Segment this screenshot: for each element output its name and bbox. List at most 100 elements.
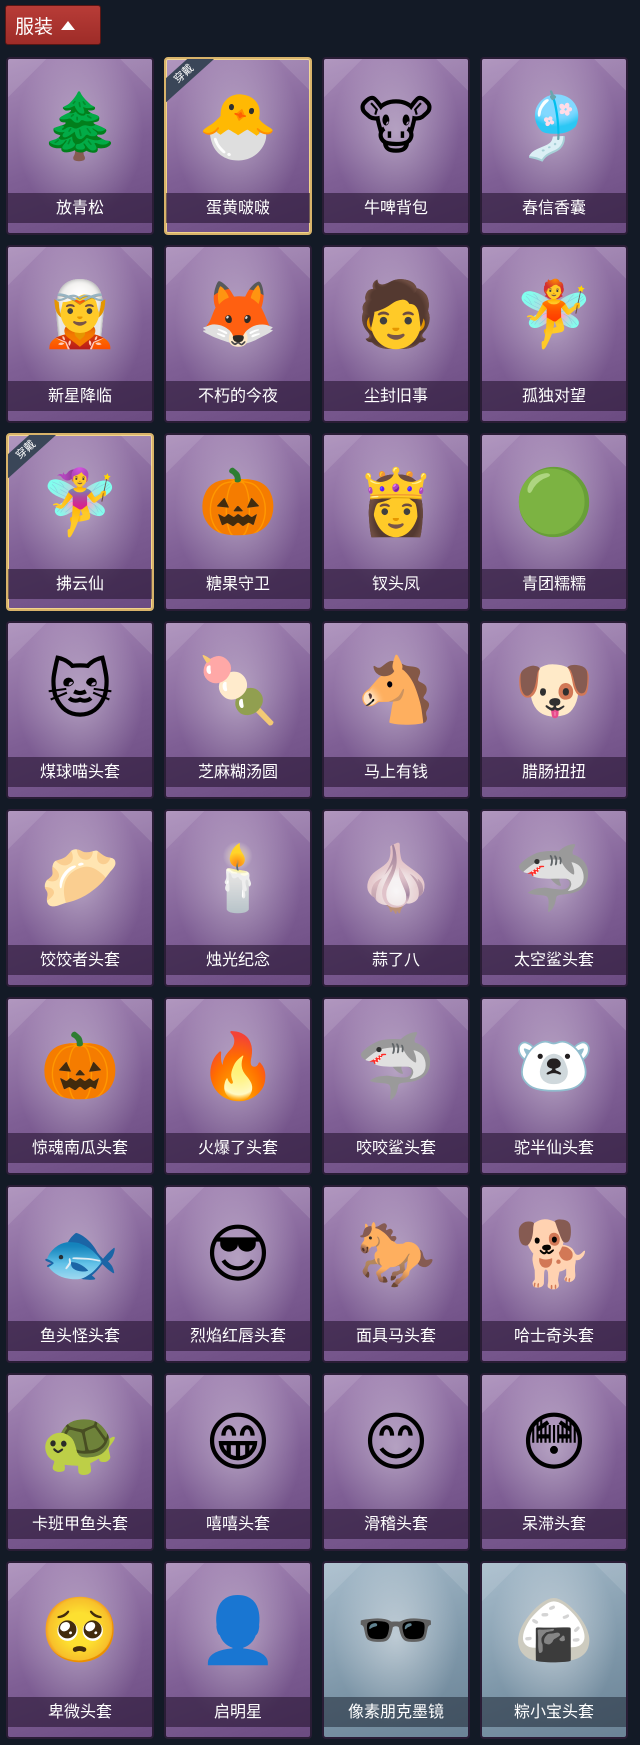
outfit-item-name: 蛋黄啵啵 <box>166 193 310 223</box>
outfit-item-name: 惊魂南瓜头套 <box>8 1133 152 1163</box>
chick-egg-icon: 🐣 <box>198 90 278 164</box>
dazed-emoji-head-icon: 😳 <box>520 1406 588 1480</box>
outfit-item-card[interactable]: 😁 嘻嘻头套 <box>164 1373 312 1551</box>
yellow-mascot-sunglasses-icon: 😎 <box>204 1218 272 1292</box>
green-dumpling-icon: 🟢 <box>514 466 594 540</box>
outfit-item-card[interactable]: 🐴 马上有钱 <box>322 621 470 799</box>
outfit-item-name: 驼半仙头套 <box>482 1133 626 1163</box>
outfit-item-card[interactable]: 👤 启明星 <box>164 1561 312 1739</box>
outfit-item-card[interactable]: 🎃 糖果守卫 <box>164 433 312 611</box>
outfit-item-card[interactable]: 🐶 腊肠扭扭 <box>480 621 628 799</box>
outfit-item-card[interactable]: 👸 钗头凤 <box>322 433 470 611</box>
outfit-item-name: 新星降临 <box>8 381 152 411</box>
outfit-item-card[interactable]: 🌲 放青松 <box>6 57 154 235</box>
outfit-item-name: 卑微头套 <box>8 1697 152 1727</box>
outfit-item-name: 咬咬鲨头套 <box>324 1133 468 1163</box>
outfit-item-card[interactable]: 🧝 新星降临 <box>6 245 154 423</box>
turtle-head-icon: 🐢 <box>40 1406 120 1480</box>
outfit-item-card[interactable]: 🦈 太空鲨头套 <box>480 809 628 987</box>
zongzi-head-icon: 🍙 <box>514 1594 594 1668</box>
chevron-up-icon <box>61 20 76 30</box>
outfit-item-card[interactable]: 🦊 不朽的今夜 <box>164 245 312 423</box>
outfit-item-card[interactable]: 😳 呆滞头套 <box>480 1373 628 1551</box>
outfit-item-card[interactable]: 🎃 惊魂南瓜头套 <box>6 997 154 1175</box>
outfit-item-name: 嘻嘻头套 <box>166 1509 310 1539</box>
pixel-sunglasses-icon: 🕶️ <box>356 1594 436 1668</box>
sunglasses-bear-head-icon: 🐻‍❄️ <box>514 1030 594 1104</box>
dachshund-head-icon: 🐶 <box>514 654 594 728</box>
outfit-item-name: 像素朋克墨镜 <box>324 1697 468 1727</box>
outfit-item-name: 面具马头套 <box>324 1321 468 1351</box>
outfit-item-card[interactable]: 🕶️ 像素朋克墨镜 <box>322 1561 470 1739</box>
outfit-item-name: 烈焰红唇头套 <box>166 1321 310 1351</box>
outfit-item-card[interactable]: 🐣 穿戴 蛋黄啵啵 <box>164 57 312 235</box>
outfit-item-card[interactable]: 🍡 芝麻糊汤圆 <box>164 621 312 799</box>
outfit-item-name: 糖果守卫 <box>166 569 310 599</box>
fairy-keychain-icon: 🧚‍♀️ <box>40 466 120 540</box>
outfit-item-name: 尘封旧事 <box>324 381 468 411</box>
outfit-category-toggle[interactable]: 服装 <box>5 5 101 45</box>
bald-mannequin-icon: 👤 <box>198 1594 278 1668</box>
outfit-item-card[interactable]: 🐕 哈士奇头套 <box>480 1185 628 1363</box>
outfit-item-card[interactable]: 🕯️ 烛光纪念 <box>164 809 312 987</box>
outfit-item-name: 滑稽头套 <box>324 1509 468 1539</box>
outfit-item-card[interactable]: 🐢 卡班甲鱼头套 <box>6 1373 154 1551</box>
humble-emoji-head-icon: 🥺 <box>40 1594 120 1668</box>
outfit-item-name: 不朽的今夜 <box>166 381 310 411</box>
outfit-item-card[interactable]: 😎 烈焰红唇头套 <box>164 1185 312 1363</box>
horse-mask-head-icon: 🐎 <box>356 1218 436 1292</box>
outfit-item-name: 鱼头怪头套 <box>8 1321 152 1351</box>
funny-emoji-head-icon: 😊 <box>362 1406 430 1480</box>
red-horse-head-icon: 🐴 <box>356 654 436 728</box>
white-hair-doll-icon: 🧚 <box>514 278 594 352</box>
outfit-item-name: 饺饺者头套 <box>8 945 152 975</box>
outfit-item-card[interactable]: 🐻‍❄️ 驼半仙头套 <box>480 997 628 1175</box>
outfit-item-card[interactable]: 🧚‍♀️ 穿戴 拂云仙 <box>6 433 154 611</box>
outfit-category-label: 服装 <box>15 15 54 38</box>
husky-sunglasses-head-icon: 🐕 <box>514 1218 594 1292</box>
sachet-icon: 🎐 <box>514 90 594 164</box>
fire-head-icon: 🔥 <box>198 1030 278 1104</box>
outfit-item-name: 烛光纪念 <box>166 945 310 975</box>
dark-hair-doll-icon: 🧑 <box>356 278 436 352</box>
outfit-item-card[interactable]: 🔥 火爆了头套 <box>164 997 312 1175</box>
outfit-item-name: 哈士奇头套 <box>482 1321 626 1351</box>
outfit-item-name: 放青松 <box>8 193 152 223</box>
outfit-item-card[interactable]: 😊 滑稽头套 <box>322 1373 470 1551</box>
outfit-item-name: 启明星 <box>166 1697 310 1727</box>
outfit-item-name: 煤球喵头套 <box>8 757 152 787</box>
candle-head-icon: 🕯️ <box>198 842 278 916</box>
outfit-item-card[interactable]: 🐟 鱼头怪头套 <box>6 1185 154 1363</box>
outfit-item-name: 呆滞头套 <box>482 1509 626 1539</box>
outfit-item-card[interactable]: 🍙 粽小宝头套 <box>480 1561 628 1739</box>
outfit-item-card[interactable]: 🧄 蒜了八 <box>322 809 470 987</box>
pink-fox-keychain-icon: 🦊 <box>198 278 278 352</box>
grin-emoji-head-icon: 😁 <box>204 1406 272 1480</box>
outfit-item-name: 卡班甲鱼头套 <box>8 1509 152 1539</box>
outfit-item-card[interactable]: 🧚 孤独对望 <box>480 245 628 423</box>
outfit-item-card[interactable]: 🐱 煤球喵头套 <box>6 621 154 799</box>
outfit-item-card[interactable]: 🐎 面具马头套 <box>322 1185 470 1363</box>
dumpling-cloud-head-icon: 🥟 <box>40 842 120 916</box>
outfit-item-card[interactable]: 🦈 咬咬鲨头套 <box>322 997 470 1175</box>
outfit-item-card[interactable]: 🥺 卑微头套 <box>6 1561 154 1739</box>
outfit-item-name: 芝麻糊汤圆 <box>166 757 310 787</box>
cow-barrel-icon: 🐮 <box>358 90 434 164</box>
pumpkin-head-icon: 🎃 <box>40 1030 120 1104</box>
star-doll-keychain-icon: 🧝 <box>40 278 120 352</box>
outfit-item-name: 春信香囊 <box>482 193 626 223</box>
outfit-item-card[interactable]: 🥟 饺饺者头套 <box>6 809 154 987</box>
outfit-item-name: 钗头凤 <box>324 569 468 599</box>
outfit-item-name: 马上有钱 <box>324 757 468 787</box>
outfit-item-name: 太空鲨头套 <box>482 945 626 975</box>
outfit-item-name: 粽小宝头套 <box>482 1697 626 1727</box>
outfit-item-name: 火爆了头套 <box>166 1133 310 1163</box>
outfit-item-name: 牛啤背包 <box>324 193 468 223</box>
biting-shark-head-icon: 🦈 <box>356 1030 436 1104</box>
outfit-item-card[interactable]: 🧑 尘封旧事 <box>322 245 470 423</box>
phoenix-crown-doll-icon: 👸 <box>356 466 436 540</box>
outfit-item-card[interactable]: 🐮 牛啤背包 <box>322 57 470 235</box>
fish-head-icon: 🐟 <box>40 1218 120 1292</box>
outfit-item-card[interactable]: 🟢 青团糯糯 <box>480 433 628 611</box>
outfit-item-card[interactable]: 🎐 春信香囊 <box>480 57 628 235</box>
